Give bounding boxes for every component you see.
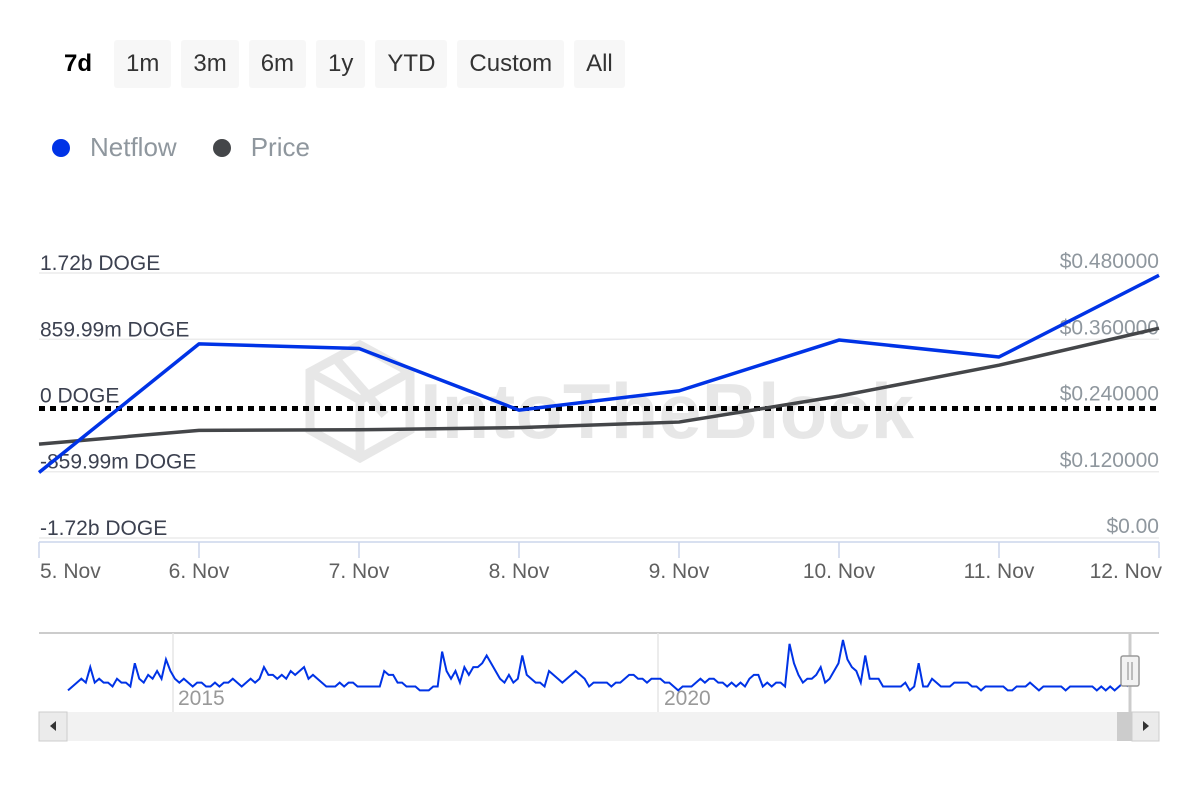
y-left-tick-label: 1.72b DOGE xyxy=(40,252,160,275)
y-right-tick-label: $0.00 xyxy=(1106,515,1159,538)
x-tick-label: 11. Nov xyxy=(964,560,1035,583)
y-right-tick-label: $0.240000 xyxy=(1060,383,1159,406)
x-tick-label: 6. Nov xyxy=(169,560,230,583)
navigator[interactable]: 2015 2020 xyxy=(38,632,1160,742)
chart-svg: IntoTheBlock 1.72b DOGE 859.99m DOGE 0 DOG… xyxy=(37,250,1163,742)
navigator-series-line xyxy=(67,639,1129,692)
navigator-year-label: 2015 xyxy=(178,687,225,710)
x-tick-label: 5. Nov xyxy=(40,560,101,583)
watermark: IntoTheBlock xyxy=(305,339,915,464)
x-tick-label: 7. Nov xyxy=(329,560,390,583)
x-tick-label: 8. Nov xyxy=(489,560,550,583)
y-left-tick-label: 0 DOGE xyxy=(40,385,119,408)
navigator-year-label: 2020 xyxy=(664,687,711,710)
y-right-tick-label: $0.120000 xyxy=(1060,449,1159,472)
x-tick-label: 10. Nov xyxy=(803,560,876,583)
navigator-handle[interactable] xyxy=(1120,655,1140,687)
x-tick-label: 12. Nov xyxy=(1090,560,1163,583)
x-tick-label: 9. Nov xyxy=(649,560,710,583)
y-axis-left: 1.72b DOGE859.99m DOGE0 DOGE-859.99m DOG… xyxy=(40,252,196,540)
y-axis-right: $0.480000$0.360000$0.240000$0.120000$0.0… xyxy=(1060,250,1159,538)
scrollbar-thumb[interactable] xyxy=(1117,712,1132,741)
y-left-tick-label: -1.72b DOGE xyxy=(40,517,167,540)
scrollbar-track[interactable] xyxy=(39,712,1159,741)
y-left-tick-label: 859.99m DOGE xyxy=(40,318,189,341)
y-right-tick-label: $0.480000 xyxy=(1060,250,1159,273)
x-axis: 5. Nov 6. Nov 7. Nov 8. Nov 9. Nov 10. Nov 11.… xyxy=(38,541,1163,583)
